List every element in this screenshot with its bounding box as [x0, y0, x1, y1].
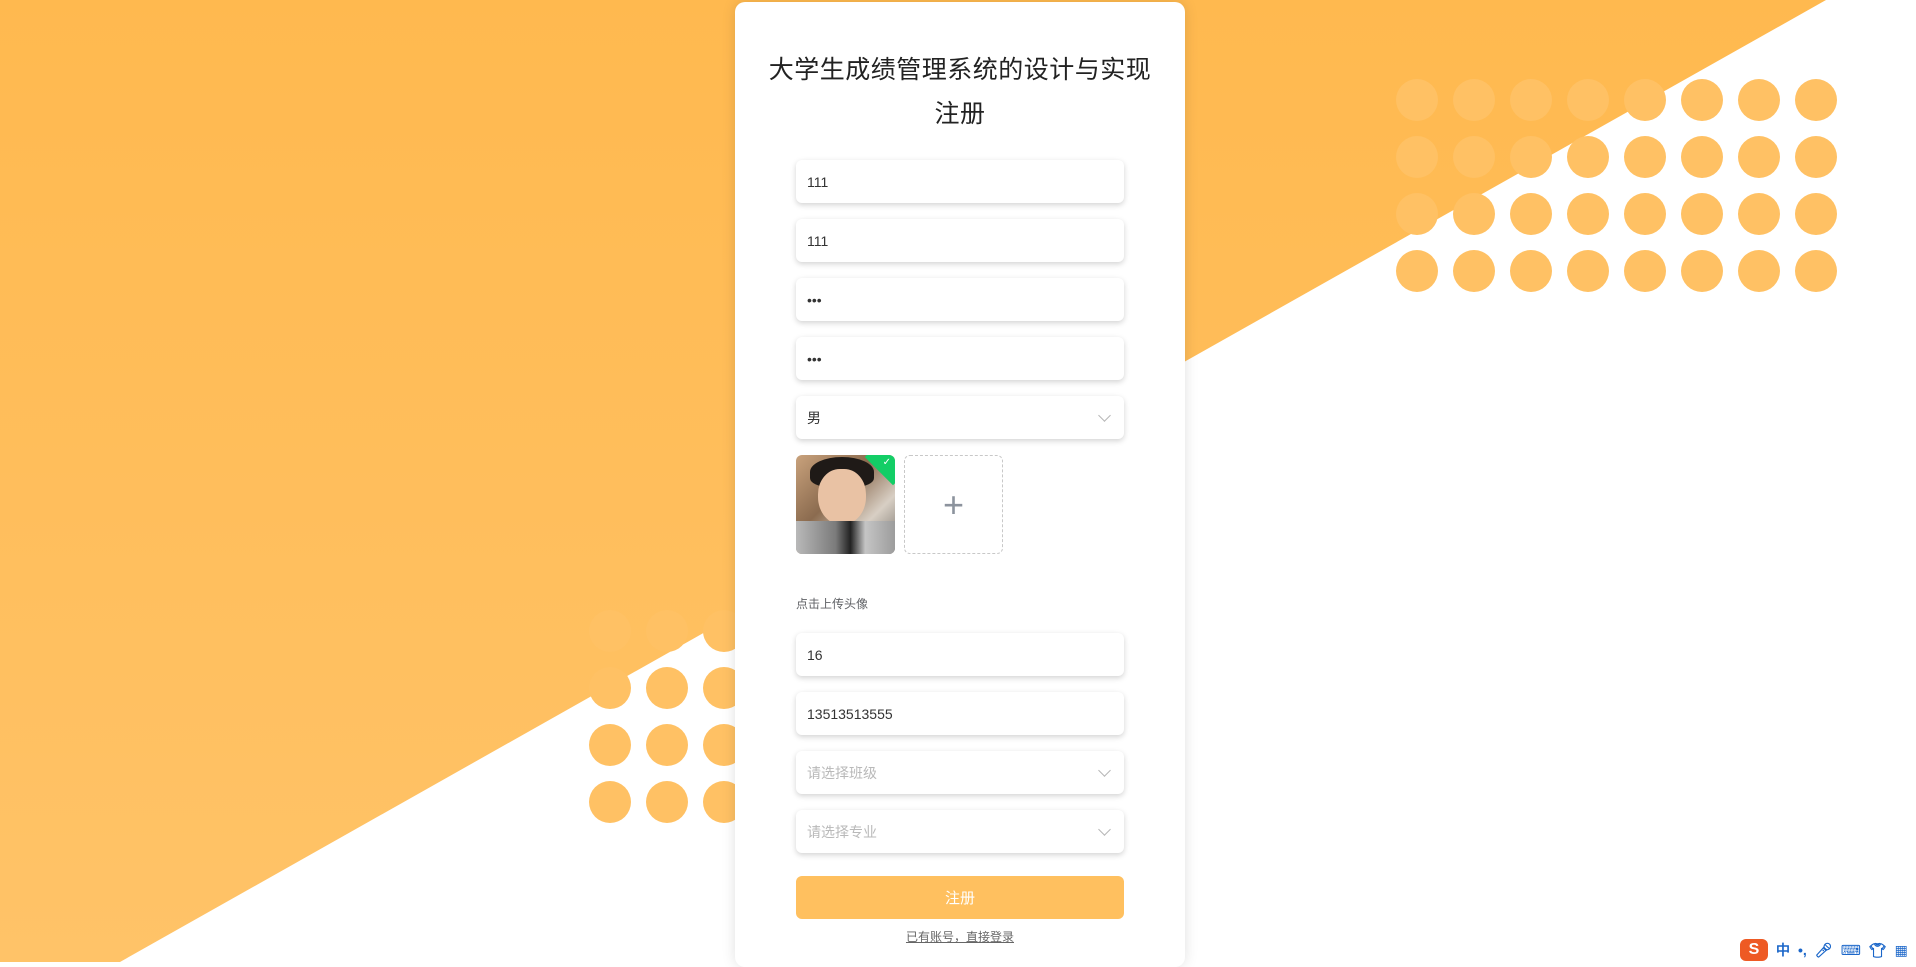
age-value: 16 [807, 646, 823, 663]
username-value: 111 [807, 173, 829, 190]
name-field[interactable]: 111 [796, 219, 1124, 262]
sogou-ime-icon[interactable]: S [1740, 939, 1768, 961]
name-value: 111 [807, 232, 829, 249]
upload-hint: 点击上传头像 [796, 597, 869, 611]
register-button[interactable]: 注册 [796, 876, 1124, 919]
page-title: 大学生成绩管理系统的设计与实现 [768, 56, 1152, 84]
password-value: ••• [807, 291, 822, 308]
check-icon: ✓ [882, 457, 891, 468]
chevron-down-icon [1098, 408, 1111, 422]
toolbox-icon[interactable]: ▦ [1895, 942, 1908, 959]
class-placeholder: 请选择班级 [807, 764, 877, 781]
plus-icon: + [942, 483, 965, 525]
phone-value: 13513513555 [807, 705, 893, 722]
ime-toolbar: S 中 •, 🎤︎ ⌨ 👕︎ ▦ [1740, 938, 1908, 962]
age-field[interactable]: 16 [796, 633, 1124, 676]
class-select[interactable]: 请选择班级 [796, 751, 1124, 794]
confirm-password-value: ••• [807, 350, 822, 367]
login-link[interactable]: 已有账号，直接登录 [735, 928, 1185, 945]
microphone-icon[interactable]: 🎤︎ [1815, 942, 1833, 959]
password-field[interactable]: ••• [796, 278, 1124, 321]
major-placeholder: 请选择专业 [807, 823, 877, 840]
punctuation-toggle[interactable]: •, [1798, 942, 1807, 958]
confirm-password-field[interactable]: ••• [796, 337, 1124, 380]
page-subtitle: 注册 [934, 100, 986, 128]
register-card: 大学生成绩管理系统的设计与实现 注册 111 111 ••• ••• 男 ✓ +… [735, 2, 1185, 967]
skin-icon[interactable]: 👕︎ [1869, 942, 1887, 959]
phone-field[interactable]: 13513513555 [796, 692, 1124, 735]
decorative-dots-bottom-left [589, 610, 745, 823]
gender-select[interactable]: 男 [796, 396, 1124, 439]
decorative-dots-top-right [1396, 79, 1837, 292]
avatar-preview[interactable]: ✓ [796, 455, 895, 554]
chevron-down-icon [1098, 822, 1111, 836]
keyboard-icon[interactable]: ⌨ [1841, 942, 1861, 959]
ime-mode-toggle[interactable]: 中 [1776, 940, 1790, 960]
gender-value: 男 [807, 409, 821, 426]
username-field[interactable]: 111 [796, 160, 1124, 203]
major-select[interactable]: 请选择专业 [796, 810, 1124, 853]
chevron-down-icon [1098, 763, 1111, 777]
upload-avatar-button[interactable]: + [904, 455, 1003, 554]
